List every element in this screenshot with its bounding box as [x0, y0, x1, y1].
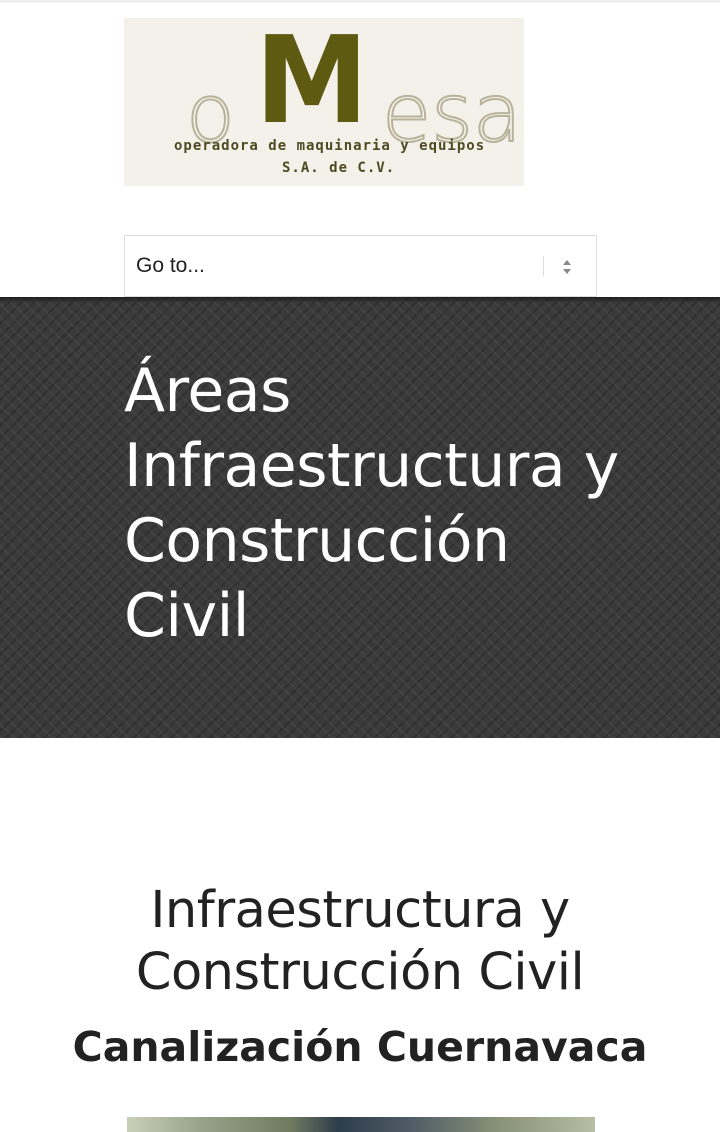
section-subheading: Canalización Cuernavaca: [72, 1023, 648, 1071]
company-logo[interactable]: o M esa operadora de maquinaria y equipo…: [124, 18, 524, 186]
page-title: Áreas Infraestructura y Construcción Civ…: [124, 356, 619, 651]
section-heading: Infraestructura y Construcción Civil: [135, 881, 585, 1002]
banner-shadow: [0, 297, 720, 303]
select-arrows-icon: [563, 260, 571, 274]
top-border: [0, 0, 720, 3]
project-photo: [127, 1117, 595, 1132]
logo-letter-m: M: [254, 12, 369, 151]
navigation-select-value: Go to...: [136, 254, 205, 277]
select-divider: [543, 256, 544, 276]
logo-company-type: S.A. de C.V.: [282, 160, 396, 176]
logo-tagline: operadora de maquinaria y equipos: [174, 138, 486, 154]
navigation-select[interactable]: Go to...: [124, 235, 597, 297]
